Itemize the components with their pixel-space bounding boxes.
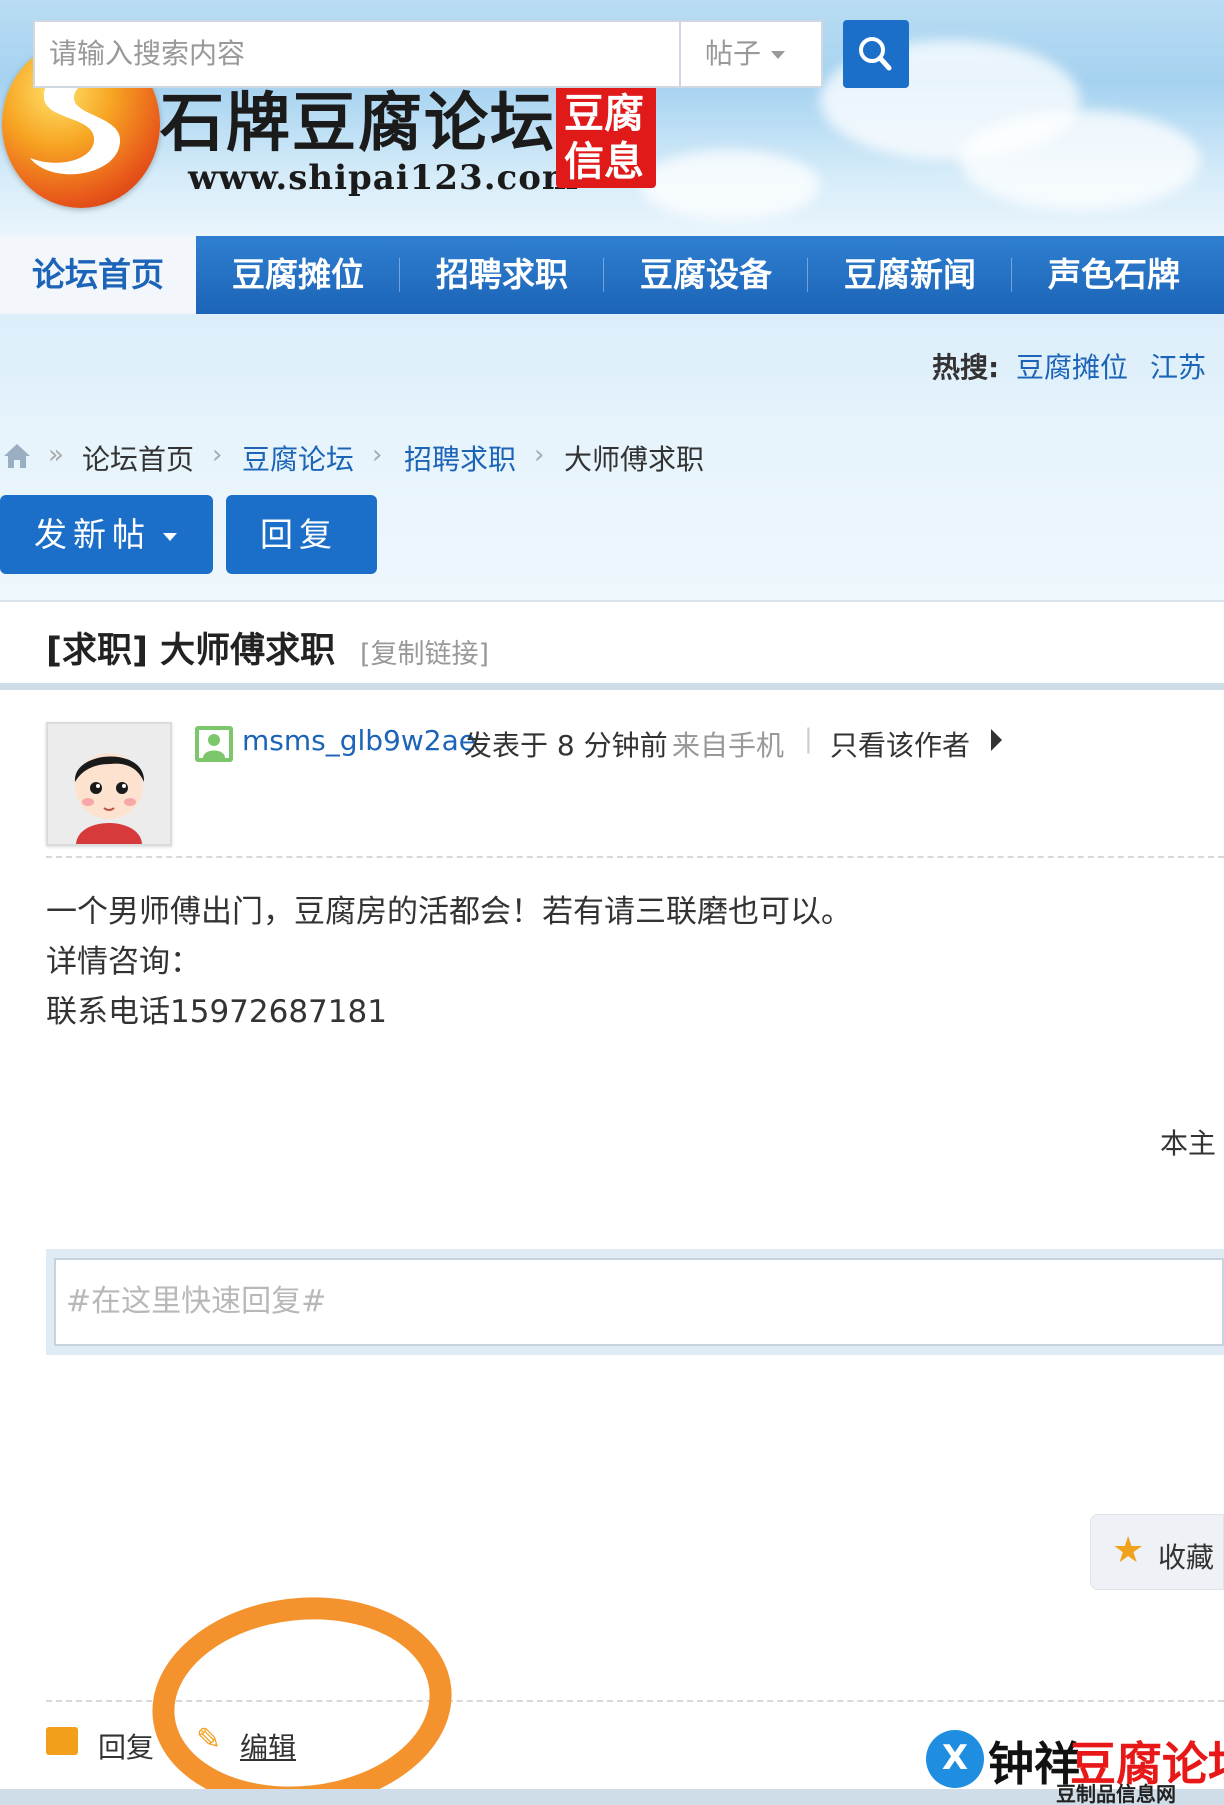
avatar-image xyxy=(48,724,170,844)
cloud-decoration xyxy=(960,110,1200,210)
search-type-label: 帖子 xyxy=(705,37,762,70)
nav-item-jobs[interactable]: 招聘求职 xyxy=(400,236,604,314)
post-body-line: 联系电话15972687181 xyxy=(46,994,387,1030)
avatar[interactable] xyxy=(46,722,172,846)
chevron-down-icon xyxy=(163,532,177,541)
quick-reply-input[interactable]: #在这里快速回复# xyxy=(54,1258,1224,1346)
search-type-select[interactable]: 帖子 xyxy=(679,20,823,88)
post-time: 发表于 8 分钟前 xyxy=(464,729,668,762)
nav-item-tofu-stalls[interactable]: 豆腐摊位 xyxy=(196,236,400,314)
author-link[interactable]: msms_glb9w2ae xyxy=(242,724,476,757)
copy-link[interactable]: [复制链接] xyxy=(360,632,489,671)
nav-label: 豆腐设备 xyxy=(640,255,772,294)
search-icon xyxy=(859,37,892,71)
nav-item-shipai-media[interactable]: 声色石牌 xyxy=(1012,236,1216,314)
user-silhouette-icon xyxy=(199,730,229,758)
seal-line: 豆腐 xyxy=(564,90,644,137)
nav-label: 招聘求职 xyxy=(436,255,568,294)
post-reply-link[interactable]: 回复 xyxy=(98,1726,154,1766)
nav-label: 豆腐新闻 xyxy=(844,255,976,294)
breadcrumb-item[interactable]: 招聘求职 xyxy=(404,438,516,478)
nav-label: 豆腐摊位 xyxy=(232,255,364,294)
chevron-down-icon xyxy=(771,51,786,59)
user-icon xyxy=(195,726,233,762)
breadcrumb-separator: » xyxy=(48,440,64,470)
highlight-annotation xyxy=(141,1582,463,1805)
new-post-label: 发新帖 xyxy=(34,515,151,554)
star-icon: ★ xyxy=(1112,1530,1145,1571)
home-icon[interactable] xyxy=(2,442,32,470)
breadcrumb-separator: › xyxy=(534,440,545,470)
main-nav: 论坛首页 豆腐摊位 招聘求职 豆腐设备 豆腐新闻 声色石牌 xyxy=(0,236,1224,314)
nav-item-equipment[interactable]: 豆腐设备 xyxy=(604,236,808,314)
search-input[interactable]: 请输入搜索内容 xyxy=(33,20,679,88)
new-post-button[interactable]: 发新帖 xyxy=(0,495,213,574)
watermark-subtext: 豆制品信息网 xyxy=(1056,1782,1176,1805)
reply-button[interactable]: 回复 xyxy=(226,495,377,574)
nav-item-news[interactable]: 豆腐新闻 xyxy=(808,236,1012,314)
breadcrumb-item: 大师傅求职 xyxy=(564,443,705,476)
only-author-link[interactable]: 只看该作者 xyxy=(830,724,970,764)
seal-line: 信息 xyxy=(564,138,644,185)
site-url: www.shipai123.com xyxy=(188,158,579,198)
breadcrumb-item[interactable]: 豆腐论坛 xyxy=(242,438,354,478)
arrow-right-icon xyxy=(991,729,1002,751)
breadcrumb-separator: › xyxy=(372,440,383,470)
nav-item-forum-home[interactable]: 论坛首页 xyxy=(0,236,196,314)
truncated-note: 本主 xyxy=(1160,1127,1217,1160)
hot-search-item[interactable]: 江苏 xyxy=(1150,346,1206,386)
divider: | xyxy=(804,724,813,754)
post-source: 来自手机 xyxy=(672,729,785,762)
comment-icon xyxy=(46,1727,78,1755)
hot-search-item[interactable]: 豆腐摊位 xyxy=(1016,346,1128,386)
search-button[interactable] xyxy=(843,20,909,88)
hot-search-label: 热搜: xyxy=(932,351,1000,384)
breadcrumb-item[interactable]: 论坛首页 xyxy=(82,438,194,478)
cloud-decoration xyxy=(640,150,820,220)
post-body-line: 详情咨询： xyxy=(46,944,201,980)
seal-badge: 豆腐 信息 xyxy=(556,84,656,188)
watermark: X 钟祥 豆腐论坛 豆制品信息网 xyxy=(926,1728,1224,1805)
post-body-line: 一个男师傅出门，豆腐房的活都会！若有请三联磨也可以。 xyxy=(46,894,852,930)
divider xyxy=(46,856,1224,858)
breadcrumb-separator: › xyxy=(212,440,223,470)
favorite-label: 收藏 xyxy=(1158,1541,1215,1574)
thread-title: [求职] 大师傅求职 xyxy=(46,631,336,671)
watermark-badge-icon: X xyxy=(926,1730,984,1788)
